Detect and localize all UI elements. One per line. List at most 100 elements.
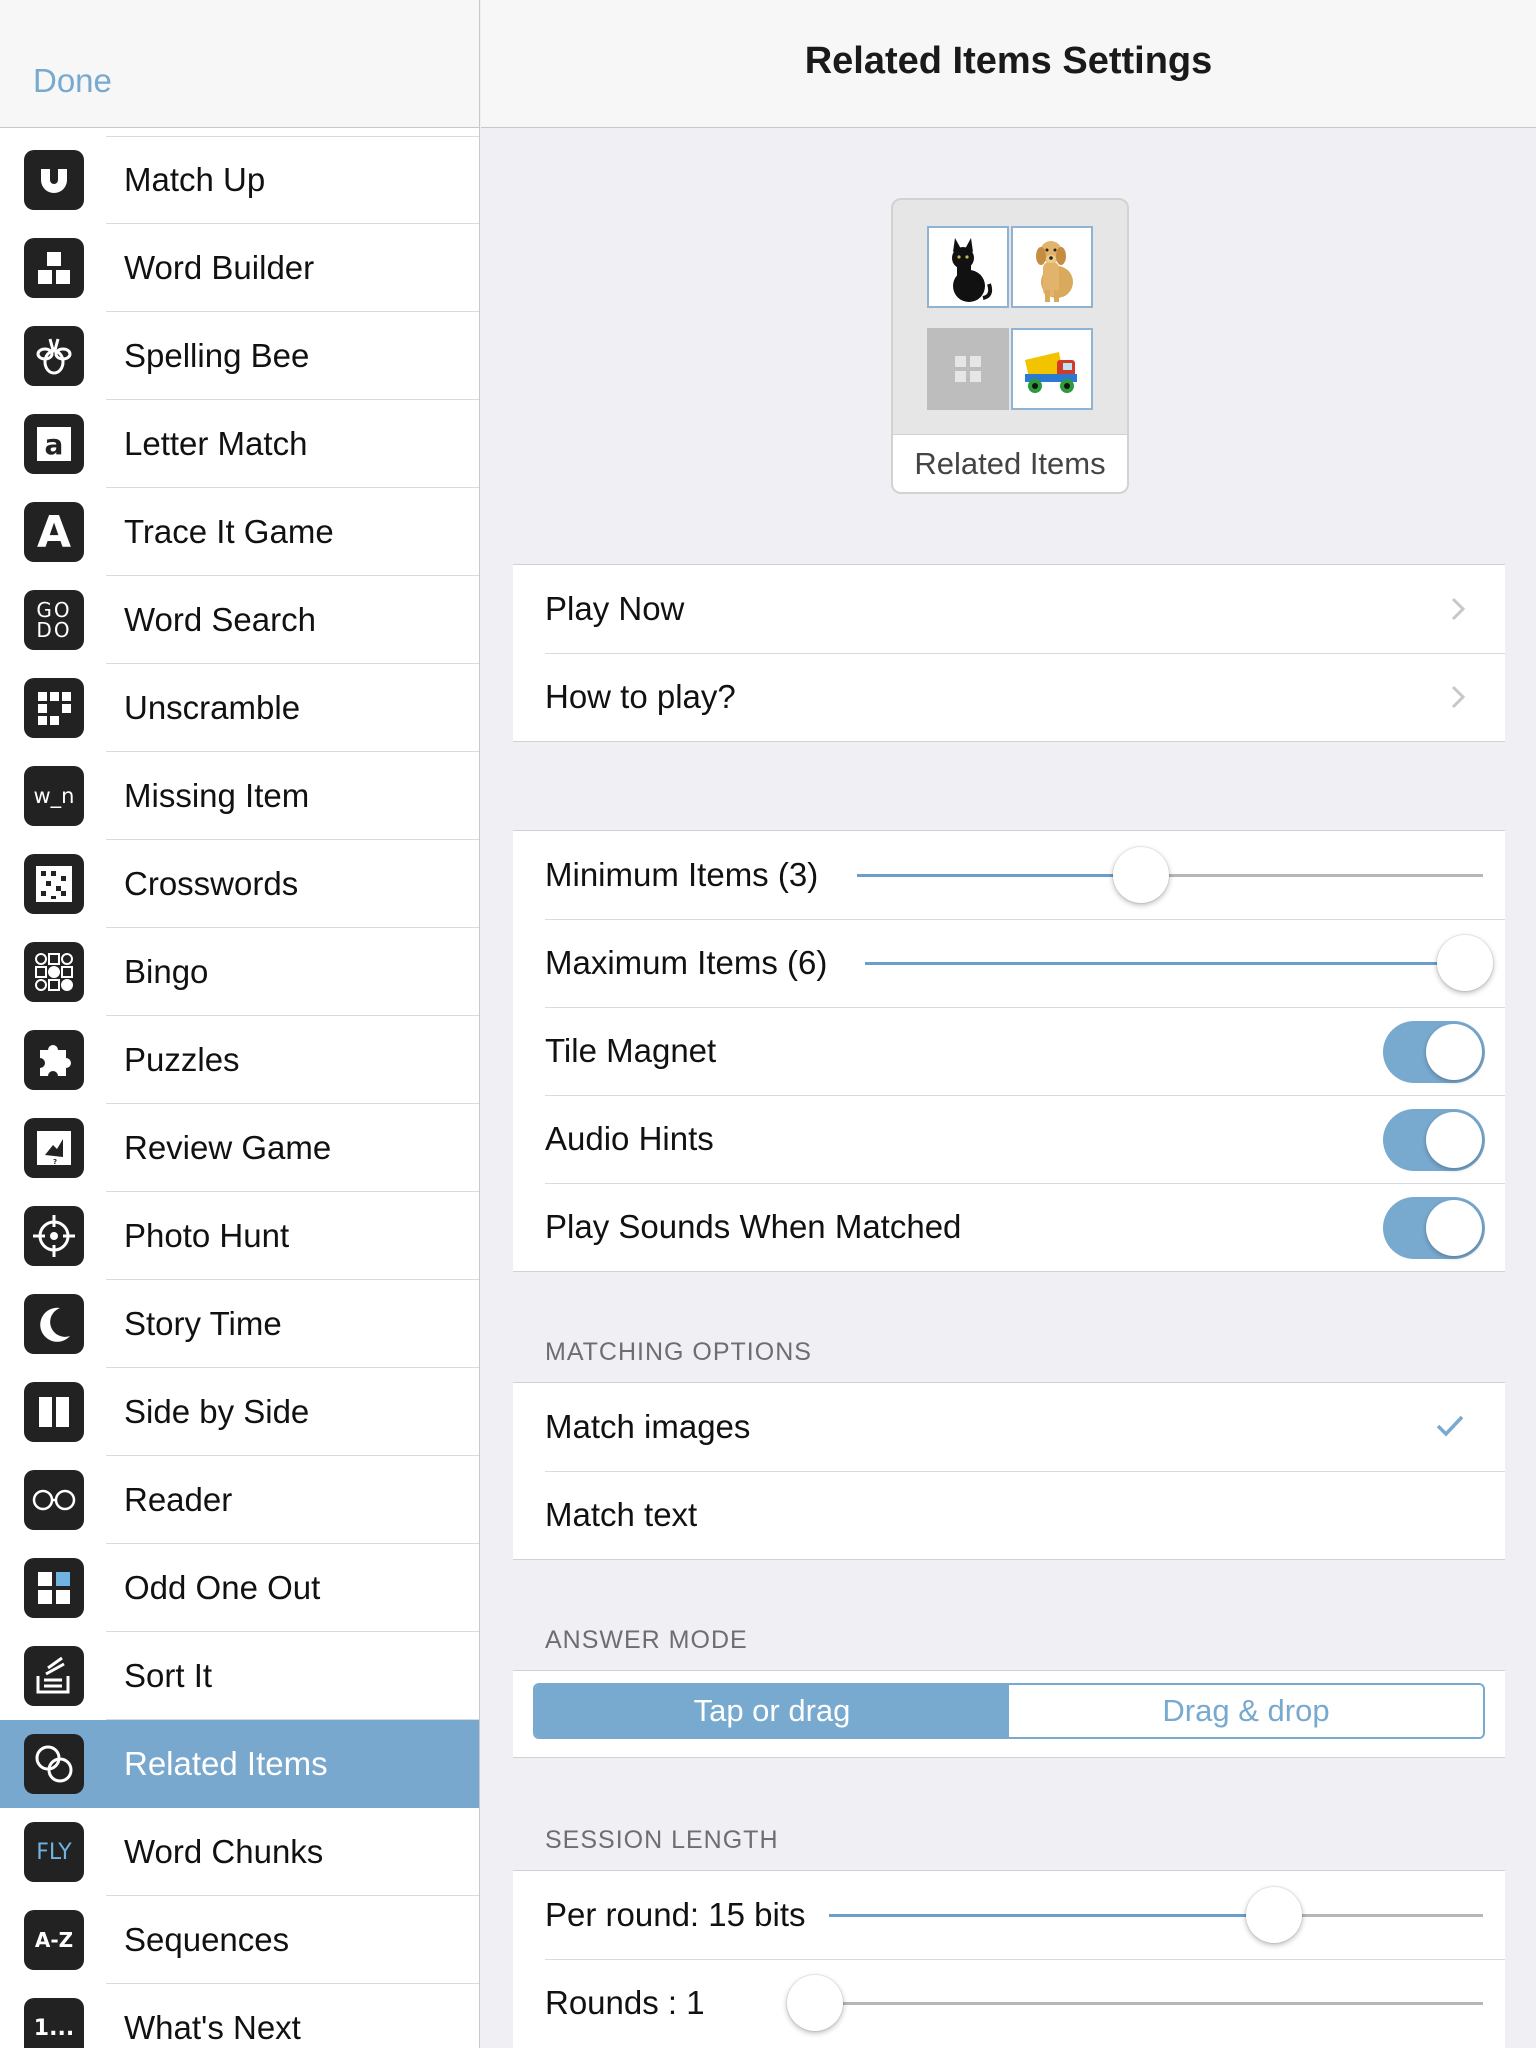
sidebar-item-label: Unscramble	[124, 689, 301, 726]
sidebar-item-label: Crosswords	[124, 865, 299, 902]
answer-mode-group: Tap or drag Drag & drop	[513, 1670, 1505, 1758]
sidebar-item-unscramble[interactable]: Unscramble	[0, 664, 479, 752]
min-items-label: Minimum Items (3)	[545, 856, 819, 893]
match-text-row[interactable]: Match text	[513, 1471, 1505, 1559]
svg-text:?: ?	[53, 1158, 57, 1166]
sidebar-item-word-chunks[interactable]: FLY Word Chunks	[0, 1808, 479, 1896]
sidebar-item-reader[interactable]: Reader	[0, 1456, 479, 1544]
rounds-label: Rounds : 1	[545, 1984, 705, 2021]
play-sounds-row: Play Sounds When Matched	[513, 1183, 1505, 1271]
sidebar-item-label: Odd One Out	[124, 1569, 321, 1606]
blocks-icon	[24, 238, 84, 298]
per-round-slider[interactable]	[829, 1887, 1483, 1943]
nav-group: Play Now How to play?	[513, 564, 1505, 742]
bingo-dots-icon	[24, 942, 84, 1002]
match-images-row[interactable]: Match images	[513, 1383, 1505, 1471]
max-items-slider[interactable]	[865, 935, 1493, 991]
checkmark-icon	[1436, 1415, 1464, 1437]
rounds-slider[interactable]	[787, 1975, 1483, 2031]
play-now-row[interactable]: Play Now	[513, 565, 1505, 653]
glasses-icon	[24, 1470, 84, 1530]
nav-bar: Related Items Settings	[481, 0, 1536, 128]
sidebar-item-label: Match Up	[124, 161, 266, 198]
chevron-right-icon	[1451, 597, 1466, 621]
tile-magnet-toggle[interactable]	[1383, 1021, 1485, 1083]
cat-photo	[927, 226, 1009, 308]
audio-hints-row: Audio Hints	[513, 1095, 1505, 1183]
sidebar-item-trace-it-game[interactable]: A Trace It Game	[0, 488, 479, 576]
word-search-icon-glyph: GO DO	[36, 598, 72, 642]
sidebar-item-label: Reader	[124, 1481, 233, 1518]
magnet-icon	[24, 150, 84, 210]
toy-truck-photo	[1011, 328, 1093, 410]
sidebar-item-label: Related Items	[124, 1745, 328, 1782]
per-round-slider-thumb[interactable]	[1245, 1887, 1302, 1943]
audio-hints-toggle[interactable]	[1383, 1109, 1485, 1171]
letter-a-stamp-icon: a	[24, 414, 84, 474]
drag-and-drop-segment[interactable]: Drag & drop	[1009, 1685, 1483, 1737]
sidebar-item-word-search[interactable]: GO DO Word Search	[0, 576, 479, 664]
sort-tray-icon	[24, 1646, 84, 1706]
play-sounds-toggle[interactable]	[1383, 1197, 1485, 1259]
preview-tile-grid	[927, 226, 1095, 412]
bee-icon	[24, 326, 84, 386]
sidebar-item-label: Word Builder	[124, 249, 315, 286]
sidebar-item-missing-item[interactable]: w_n Missing Item	[0, 752, 479, 840]
sidebar-item-side-by-side[interactable]: Side by Side	[0, 1368, 479, 1456]
done-button[interactable]: Done	[33, 62, 112, 100]
sidebar-item-what-s-next[interactable]: 1... What's Next	[0, 1984, 479, 2048]
a-z-icon: A-Z	[24, 1910, 84, 1970]
missing-letter-icon: w_n	[24, 766, 84, 826]
sidebar-item-label: Bingo	[124, 953, 209, 990]
toggle-knob	[1426, 1112, 1482, 1168]
sidebar-item-word-builder[interactable]: Word Builder	[0, 224, 479, 312]
a-z-icon-glyph: A-Z	[34, 1928, 74, 1952]
sidebar-item-label: Side by Side	[124, 1393, 310, 1430]
tap-or-drag-segment[interactable]: Tap or drag	[535, 1685, 1009, 1737]
number-sequence-icon: 1...	[24, 1998, 84, 2048]
how-to-play-row[interactable]: How to play?	[513, 653, 1505, 741]
sidebar-item-odd-one-out[interactable]: Odd One Out	[0, 1544, 479, 1632]
sidebar-item-puzzles[interactable]: Puzzles	[0, 1016, 479, 1104]
letter-a-stamp-icon-glyph: a	[37, 427, 71, 461]
sidebar-item-review-game[interactable]: ? Review Game	[0, 1104, 479, 1192]
two-columns-icon	[24, 1382, 84, 1442]
play-now-label: Play Now	[545, 590, 685, 627]
sidebar-item-match-up[interactable]: Match Up	[0, 136, 479, 224]
moon-icon	[24, 1294, 84, 1354]
sidebar-item-photo-hunt[interactable]: Photo Hunt	[0, 1192, 479, 1280]
min-items-slider-thumb[interactable]	[1112, 847, 1169, 903]
sidebar-item-sort-it[interactable]: Sort It	[0, 1632, 479, 1720]
max-items-row: Maximum Items (6)	[513, 919, 1505, 1007]
sidebar-item-crosswords[interactable]: Crosswords	[0, 840, 479, 928]
sidebar-item-label: Word Chunks	[124, 1833, 324, 1870]
sidebar-item-related-items[interactable]: Related Items	[0, 1720, 479, 1808]
sidebar-item-sequences[interactable]: A-Z Sequences	[0, 1896, 479, 1984]
max-items-label: Maximum Items (6)	[545, 944, 828, 981]
sidebar-item-spelling-bee[interactable]: Spelling Bee	[0, 312, 479, 400]
sidebar-item-label: Word Search	[124, 601, 316, 638]
max-items-slider-thumb[interactable]	[1437, 935, 1493, 991]
answer-mode-segmented-control: Tap or drag Drag & drop	[533, 1683, 1485, 1739]
sidebar-item-story-time[interactable]: Story Time	[0, 1280, 479, 1368]
word-chunk-icon-glyph: FLY	[36, 1839, 72, 1865]
toggle-knob	[1426, 1024, 1482, 1080]
how-to-play-label: How to play?	[545, 678, 736, 715]
min-items-slider[interactable]	[857, 847, 1483, 903]
audio-hints-label: Audio Hints	[545, 1120, 714, 1157]
sidebar-item-label: Letter Match	[124, 425, 308, 462]
word-search-icon: GO DO	[24, 590, 84, 650]
preview-label: Related Items	[914, 445, 1106, 481]
sidebar-item-letter-match[interactable]: a Letter Match	[0, 400, 479, 488]
game-preview-card: Related Items	[891, 198, 1129, 494]
session-length-header: SESSION LENGTH	[545, 1826, 779, 1854]
matching-options-header: MATCHING OPTIONS	[545, 1338, 812, 1366]
max-items-slider-fill	[865, 962, 1465, 965]
sidebar-item-label: Sequences	[124, 1921, 290, 1958]
rounds-slider-thumb[interactable]	[787, 1975, 843, 2031]
match-text-label: Match text	[545, 1496, 698, 1533]
sidebar: Done Match Up Word Builder Spelling Bee a Le…	[0, 0, 480, 2048]
sidebar-item-label: Photo Hunt	[124, 1217, 290, 1254]
sidebar-item-bingo[interactable]: Bingo	[0, 928, 479, 1016]
odd-tile-icon	[24, 1558, 84, 1618]
